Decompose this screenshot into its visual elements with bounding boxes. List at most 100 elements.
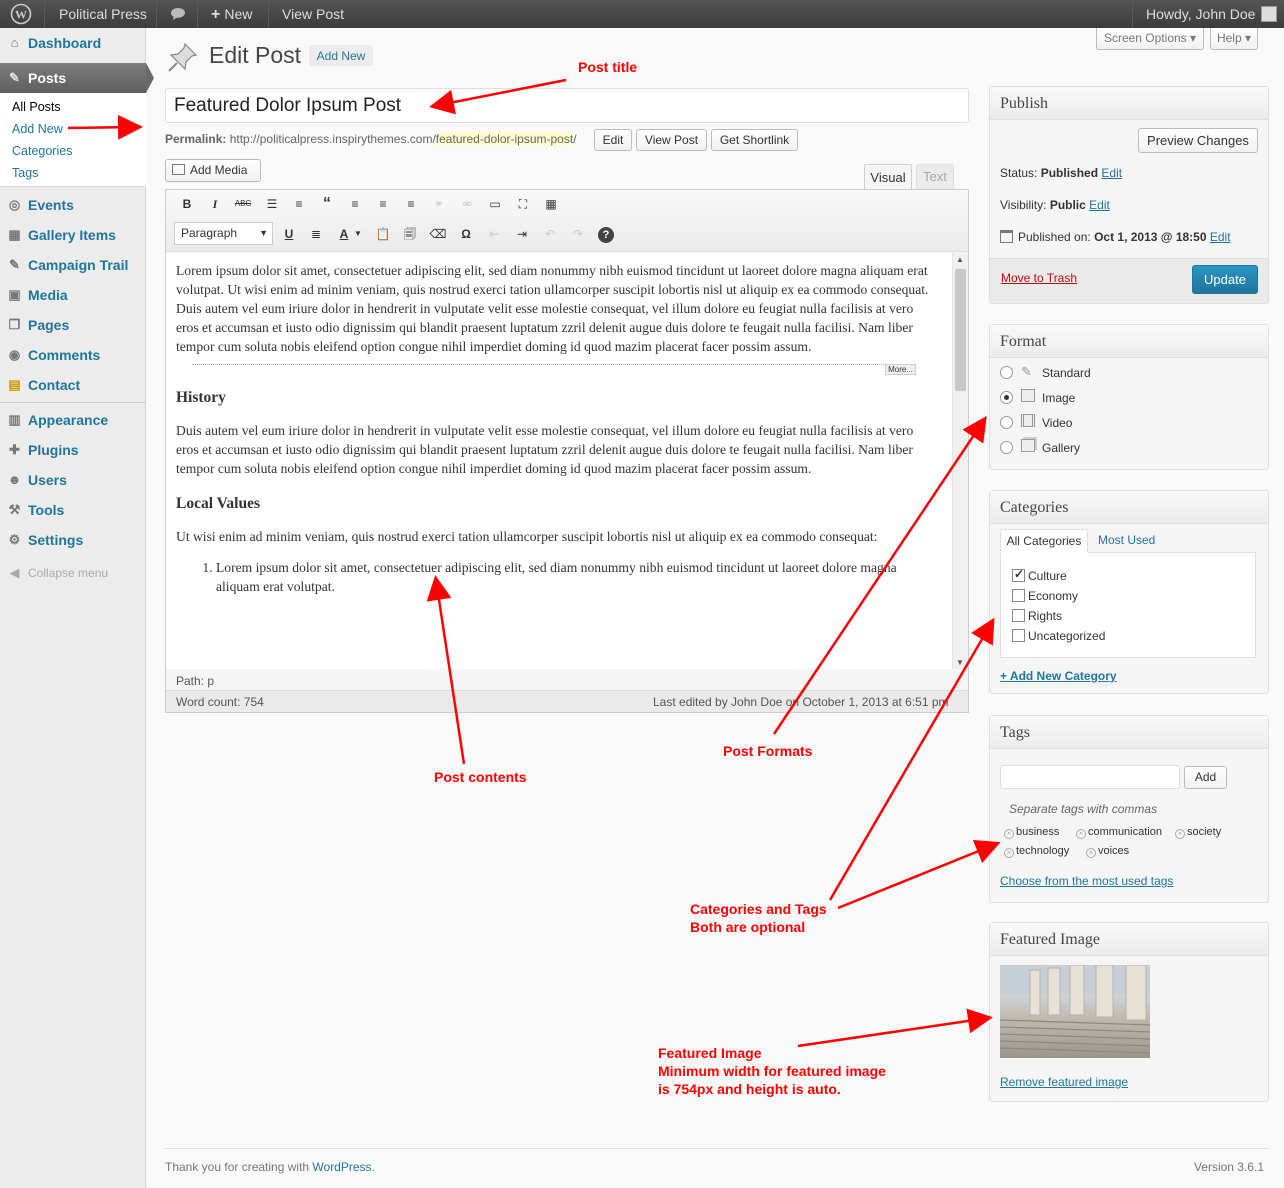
tag-technology[interactable]: × technology: [1004, 845, 1069, 858]
featured-image-thumbnail[interactable]: [1000, 965, 1150, 1058]
update-button[interactable]: Update: [1192, 265, 1258, 294]
tag-communication[interactable]: × communication: [1076, 826, 1162, 839]
submenu-all-posts[interactable]: All Posts: [12, 100, 61, 114]
paste-word-icon[interactable]: 🗐: [400, 224, 420, 244]
align-center-icon[interactable]: ≡: [373, 194, 393, 214]
sidebar-item-posts[interactable]: ✎ Posts: [0, 63, 154, 93]
my-account-menu[interactable]: Howdy, John Doe: [1146, 0, 1278, 28]
scrollbar-thumb[interactable]: [955, 269, 966, 391]
sidebar-item-plugins[interactable]: ✚ Plugins: [0, 435, 146, 465]
editor-content[interactable]: Lorem ipsum dolor sit amet, consectetuer…: [166, 253, 952, 669]
strikethrough-icon[interactable]: ABC: [233, 194, 253, 214]
editor-scrollbar[interactable]: ▲ ▼: [952, 253, 968, 669]
insert-more-icon[interactable]: ▭: [485, 194, 505, 214]
sidebar-item-events[interactable]: ◎ Events: [0, 190, 146, 220]
remove-tag-icon[interactable]: ×: [1004, 848, 1014, 858]
remove-tag-icon[interactable]: ×: [1004, 829, 1014, 839]
sidebar-item-contact[interactable]: ▤ Contact: [0, 370, 146, 400]
add-tag-button[interactable]: Add: [1184, 766, 1227, 789]
format-video-radio[interactable]: [1000, 416, 1013, 429]
sidebar-item-tools[interactable]: ⚒ Tools: [0, 495, 146, 525]
submenu-categories[interactable]: Categories: [12, 144, 72, 158]
clear-formatting-icon[interactable]: ⌫: [428, 224, 448, 244]
remove-tag-icon[interactable]: ×: [1086, 848, 1096, 858]
category-checkbox-rights[interactable]: [1012, 609, 1025, 622]
italic-icon[interactable]: I: [205, 194, 225, 214]
undo-icon[interactable]: ↶: [540, 224, 560, 244]
edit-permalink-button[interactable]: Edit: [594, 129, 632, 151]
edit-date-link[interactable]: Edit: [1210, 230, 1231, 244]
sidebar-item-pages[interactable]: ❐ Pages: [0, 310, 146, 340]
add-media-button[interactable]: Add Media: [165, 159, 261, 182]
text-color-icon[interactable]: A: [334, 224, 354, 244]
redo-icon[interactable]: ↷: [568, 224, 588, 244]
remove-featured-image-link[interactable]: Remove featured image: [1000, 1075, 1128, 1089]
align-right-icon[interactable]: ≡: [401, 194, 421, 214]
align-left-icon[interactable]: ≡: [345, 194, 365, 214]
scrollbar-down-icon[interactable]: ▼: [956, 658, 964, 667]
comments-icon[interactable]: [170, 0, 186, 28]
tab-most-used[interactable]: Most Used: [1098, 533, 1155, 547]
add-new-post-button[interactable]: Add New: [309, 45, 373, 66]
justify-icon[interactable]: ≣: [306, 224, 326, 244]
tab-visual[interactable]: Visual: [864, 164, 912, 190]
get-shortlink-button[interactable]: Get Shortlink: [711, 129, 798, 151]
fullscreen-icon[interactable]: ⛶: [513, 194, 533, 214]
sidebar-item-dashboard[interactable]: ⌂ Dashboard: [0, 28, 146, 58]
screen-options-button[interactable]: Screen Options ▾: [1096, 28, 1204, 50]
chevron-down-icon[interactable]: ▼: [352, 224, 364, 244]
kitchen-sink-icon[interactable]: ▦: [541, 194, 561, 214]
help-button[interactable]: Help ▾: [1210, 28, 1258, 50]
format-standard-radio[interactable]: [1000, 366, 1013, 379]
bold-icon[interactable]: B: [177, 194, 197, 214]
view-post-button[interactable]: View Post: [636, 129, 707, 151]
site-name-link[interactable]: Political Press: [59, 0, 147, 28]
link-icon[interactable]: ⚭: [429, 194, 449, 214]
submenu-tags[interactable]: Tags: [12, 166, 38, 180]
submenu-add-new[interactable]: Add New: [12, 122, 63, 136]
permalink-slug[interactable]: featured-dolor-ipsum-post: [435, 132, 574, 146]
post-title-input[interactable]: Featured Dolor Ipsum Post: [165, 88, 969, 123]
sidebar-item-comments[interactable]: ◉ Comments: [0, 340, 146, 370]
paste-text-icon[interactable]: 📋: [373, 224, 393, 244]
sidebar-item-appearance[interactable]: ▥ Appearance: [0, 405, 146, 435]
help-icon[interactable]: ?: [596, 224, 616, 244]
category-checkbox-economy[interactable]: [1012, 589, 1025, 602]
format-image-radio[interactable]: [1000, 391, 1013, 404]
view-post-link[interactable]: View Post: [282, 0, 344, 28]
bullet-list-icon[interactable]: ☰: [262, 194, 282, 214]
wordpress-link[interactable]: WordPress: [312, 1160, 371, 1174]
special-character-icon[interactable]: Ω: [456, 224, 476, 244]
remove-tag-icon[interactable]: ×: [1175, 829, 1185, 839]
sidebar-item-users[interactable]: ☻ Users: [0, 465, 146, 495]
remove-tag-icon[interactable]: ×: [1076, 829, 1086, 839]
category-checkbox-uncategorized[interactable]: [1012, 629, 1025, 642]
sidebar-item-media[interactable]: ▣ Media: [0, 280, 146, 310]
underline-icon[interactable]: U: [279, 224, 299, 244]
format-select[interactable]: Paragraph ▼: [174, 222, 273, 245]
category-checkbox-culture[interactable]: ✓: [1012, 567, 1025, 582]
tag-society[interactable]: × society: [1175, 826, 1221, 839]
move-to-trash-link[interactable]: Move to Trash: [1001, 271, 1077, 285]
format-gallery-radio[interactable]: [1000, 441, 1013, 454]
indent-icon[interactable]: ⇥: [512, 224, 532, 244]
tag-voices[interactable]: × voices: [1086, 845, 1129, 858]
tag-business[interactable]: × business: [1004, 826, 1059, 839]
unlink-icon[interactable]: ⚮: [457, 194, 477, 214]
tags-input[interactable]: [1000, 765, 1180, 789]
edit-visibility-link[interactable]: Edit: [1089, 198, 1110, 212]
new-content-button[interactable]: + New: [211, 0, 252, 28]
sidebar-item-settings[interactable]: ⚙ Settings: [0, 525, 146, 555]
edit-status-link[interactable]: Edit: [1101, 166, 1122, 180]
choose-most-used-tags-link[interactable]: Choose from the most used tags: [1000, 874, 1173, 888]
tab-all-categories[interactable]: All Categories: [1000, 529, 1088, 553]
sidebar-item-campaign-trail[interactable]: ✎ Campaign Trail: [0, 250, 146, 280]
wordpress-logo-icon[interactable]: W: [10, 0, 34, 28]
tab-text[interactable]: Text: [916, 164, 954, 189]
preview-changes-button[interactable]: Preview Changes: [1138, 128, 1258, 153]
scrollbar-up-icon[interactable]: ▲: [956, 255, 964, 264]
collapse-menu-button[interactable]: ◀ Collapse menu: [0, 558, 146, 588]
sidebar-item-gallery-items[interactable]: ▦ Gallery Items: [0, 220, 146, 250]
blockquote-icon[interactable]: “: [317, 194, 337, 214]
outdent-icon[interactable]: ⇤: [484, 224, 504, 244]
